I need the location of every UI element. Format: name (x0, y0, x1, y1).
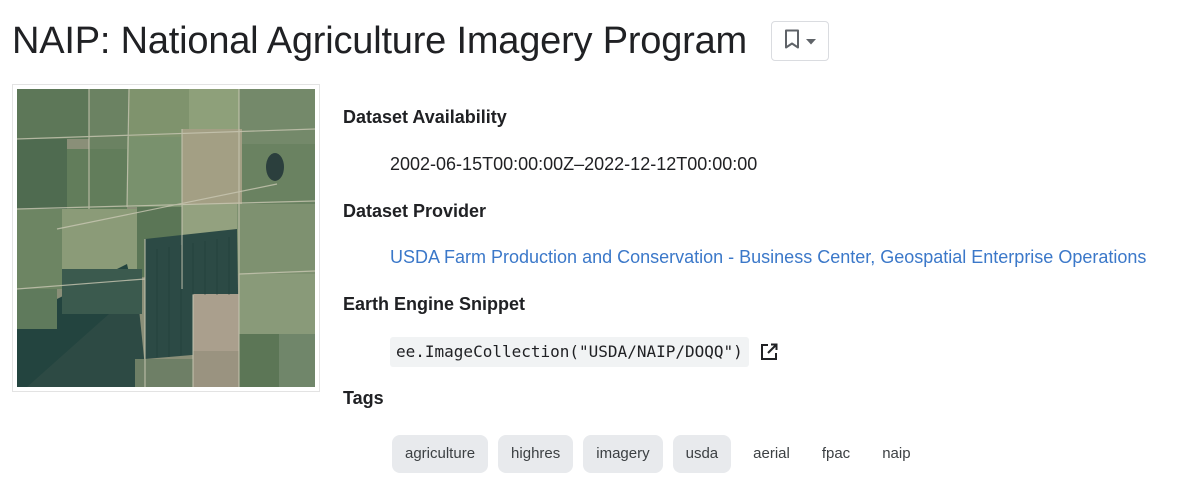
availability-value: 2002-06-15T00:00:00Z–2022-12-12T00:00:00 (390, 154, 758, 174)
page-header: NAIP: National Agriculture Imagery Progr… (12, 18, 830, 64)
dataset-thumbnail (12, 84, 320, 392)
snippet-code[interactable]: ee.ImageCollection("USDA/NAIP/DOQQ") (390, 337, 749, 367)
tag-chip[interactable]: usda (672, 435, 732, 473)
availability-section: Dataset Availability 2002-06-15T00:00:00… (343, 104, 1183, 177)
provider-label: Dataset Provider (343, 201, 487, 221)
tag-chip[interactable]: aerial (741, 435, 802, 473)
aerial-imagery-thumbnail (17, 89, 315, 387)
open-in-new-icon[interactable] (759, 342, 779, 362)
provider-link[interactable]: USDA Farm Production and Conservation - … (390, 247, 1146, 267)
snippet-section: Earth Engine Snippet ee.ImageCollection(… (343, 291, 1183, 367)
tags-label: Tags (343, 388, 384, 408)
tags-section: Tags agriculture highres imagery usda aerial… (343, 385, 1183, 473)
tag-list: agriculture highres imagery usda aerial fpac n… (392, 435, 1183, 473)
tag-chip[interactable]: agriculture (392, 435, 489, 473)
availability-label: Dataset Availability (343, 107, 507, 127)
provider-section: Dataset Provider USDA Farm Production an… (343, 198, 1183, 270)
tag-chip[interactable]: naip (870, 435, 922, 473)
bookmark-menu-button[interactable] (771, 21, 830, 61)
tag-chip[interactable]: highres (498, 435, 574, 473)
arrow-drop-down-icon (806, 32, 817, 50)
bookmark-icon (784, 29, 800, 54)
dataset-details: Dataset Availability 2002-06-15T00:00:00… (343, 104, 1183, 473)
page-title: NAIP: National Agriculture Imagery Progr… (12, 20, 748, 62)
tag-chip[interactable]: fpac (810, 435, 862, 473)
tag-chip[interactable]: imagery (583, 435, 663, 473)
snippet-label: Earth Engine Snippet (343, 294, 526, 314)
